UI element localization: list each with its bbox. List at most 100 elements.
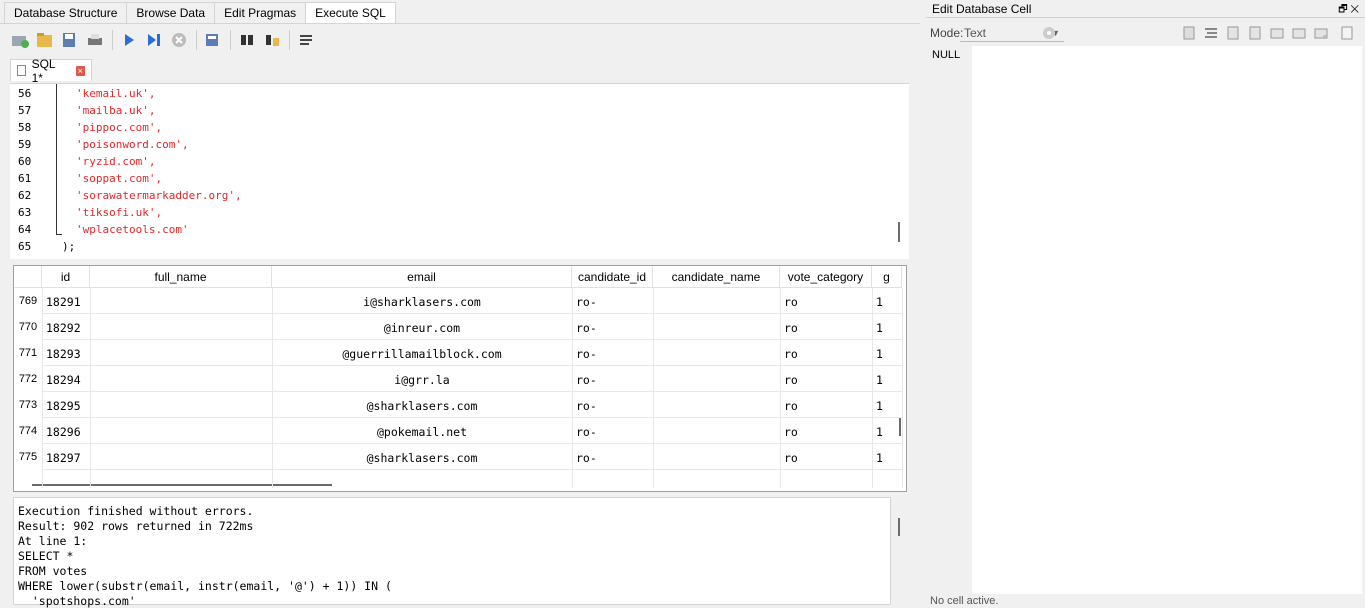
cell-vote-category[interactable]: ro (784, 425, 824, 439)
cell-vote-category[interactable]: ro (784, 321, 824, 335)
cell-g[interactable]: 1 (876, 425, 896, 439)
column-header[interactable]: vote_category (780, 266, 872, 288)
save-results-button[interactable] (203, 30, 223, 50)
grid-vertical-scrollbar[interactable] (899, 418, 901, 436)
column-header[interactable]: id (42, 266, 90, 288)
open-tab-button[interactable] (10, 30, 30, 50)
sql-tab[interactable]: SQL 1* × (10, 57, 92, 85)
tab-database-structure[interactable]: Database Structure (4, 2, 128, 23)
cell-g[interactable]: 1 (876, 347, 896, 361)
cell-vote-category[interactable]: ro (784, 373, 824, 387)
row-divider (42, 417, 902, 418)
sql-editor[interactable]: 56 'kemail.uk', 57 'mailba.uk', 58 'pippoc.co… (10, 83, 909, 259)
cell-candidate-id[interactable]: ro- (576, 347, 616, 361)
print-cell-icon[interactable] (1314, 26, 1328, 40)
cell-g[interactable]: 1 (876, 373, 896, 387)
row-number[interactable]: 775 (14, 451, 42, 463)
find-button[interactable] (237, 30, 257, 50)
cell-email[interactable]: @pokemail.net (272, 425, 572, 439)
pane-divider (926, 17, 1365, 18)
line-number: 60 (18, 155, 32, 168)
cell-candidate-id[interactable]: ro- (576, 321, 616, 335)
column-header[interactable]: full_name (90, 266, 272, 288)
code-line: 'sorawatermarkadder.org', (76, 189, 242, 202)
find-replace-button[interactable] (262, 30, 282, 50)
auto-switch-icon[interactable] (1042, 26, 1056, 40)
tab-edit-pragmas[interactable]: Edit Pragmas (214, 2, 307, 23)
column-header[interactable]: candidate_name (653, 266, 780, 288)
save-sql-file-button[interactable] (60, 30, 80, 50)
open-sql-file-button[interactable] (35, 30, 55, 50)
column-header[interactable]: g (872, 266, 902, 288)
cell-g[interactable]: 1 (876, 321, 896, 335)
import-icon[interactable] (1182, 26, 1196, 40)
row-number[interactable]: 773 (14, 399, 42, 411)
results-grid[interactable]: id full_name email candidate_id candidate_na… (13, 265, 907, 492)
cell-candidate-id[interactable]: ro- (576, 425, 616, 439)
apply-icon[interactable] (1292, 26, 1306, 40)
cell-id[interactable]: 18293 (46, 347, 90, 361)
row-number[interactable]: 771 (14, 347, 42, 359)
stop-button[interactable] (169, 30, 189, 50)
tab-execute-sql[interactable]: Execute SQL (305, 2, 396, 24)
column-header[interactable]: candidate_id (572, 266, 653, 288)
word-wrap-icon[interactable] (1226, 26, 1240, 40)
cell-candidate-id[interactable]: ro- (576, 295, 616, 309)
cell-email[interactable]: i@sharklasers.com (272, 295, 572, 309)
grid-horizontal-scrollbar[interactable] (32, 484, 332, 486)
message-pane[interactable]: Execution finished without errors. Result… (13, 497, 900, 608)
cell-email[interactable]: @sharklasers.com (272, 451, 572, 465)
toolbar-separator (230, 30, 231, 50)
cell-id[interactable]: 18295 (46, 399, 90, 413)
column-divider (902, 288, 903, 488)
cell-email[interactable]: i@grr.la (272, 373, 572, 387)
print-button[interactable] (85, 30, 105, 50)
cell-id[interactable]: 18297 (46, 451, 90, 465)
cell-candidate-id[interactable]: ro- (576, 373, 616, 387)
cell-vote-category[interactable]: ro (784, 347, 824, 361)
close-tab-icon[interactable]: × (75, 65, 85, 76)
indent-icon[interactable] (1204, 26, 1218, 40)
message-line: SELECT * (18, 549, 74, 563)
cell-editor[interactable] (972, 46, 1362, 594)
column-header[interactable]: email (272, 266, 572, 288)
export-icon[interactable] (1248, 26, 1262, 40)
row-number[interactable]: 770 (14, 321, 42, 333)
document-icon[interactable] (1340, 26, 1354, 40)
comment-button[interactable] (296, 30, 316, 50)
cell-id[interactable]: 18294 (46, 373, 90, 387)
tab-browse-data[interactable]: Browse Data (126, 2, 216, 23)
cell-vote-category[interactable]: ro (784, 451, 824, 465)
cell-email[interactable]: @inreur.com (272, 321, 572, 335)
code-line: 'poisonword.com', (76, 138, 189, 151)
code-line: ); (62, 240, 76, 253)
editor-scrollbar[interactable] (898, 222, 900, 242)
message-line: Execution finished without errors. (18, 504, 254, 518)
execute-line-button[interactable] (144, 30, 164, 50)
row-number[interactable]: 774 (14, 425, 42, 437)
cell-id[interactable]: 18296 (46, 425, 90, 439)
cell-id[interactable]: 18292 (46, 321, 90, 335)
print-icon (88, 34, 102, 45)
cell-candidate-id[interactable]: ro- (576, 451, 616, 465)
column-divider (872, 288, 873, 488)
row-header-corner[interactable] (14, 266, 42, 288)
stop-icon (172, 33, 186, 47)
cell-g[interactable]: 1 (876, 295, 896, 309)
toolbar-separator (289, 30, 290, 50)
row-number[interactable]: 769 (14, 295, 42, 307)
cell-g[interactable]: 1 (876, 399, 896, 413)
cell-vote-category[interactable]: ro (784, 295, 824, 309)
cell-g[interactable]: 1 (876, 451, 896, 465)
message-line: WHERE lower(substr(email, instr(email, '… (18, 579, 392, 593)
set-null-icon[interactable] (1270, 26, 1284, 40)
cell-candidate-id[interactable]: ro- (576, 399, 616, 413)
cell-id[interactable]: 18291 (46, 295, 90, 309)
execute-all-button[interactable] (119, 30, 139, 50)
cell-vote-category[interactable]: ro (784, 399, 824, 413)
code-line: 'ryzid.com', (76, 155, 156, 168)
row-number[interactable]: 772 (14, 373, 42, 385)
message-scrollbar[interactable] (898, 518, 900, 536)
cell-email[interactable]: @sharklasers.com (272, 399, 572, 413)
cell-email[interactable]: @guerrillamailblock.com (272, 347, 572, 361)
